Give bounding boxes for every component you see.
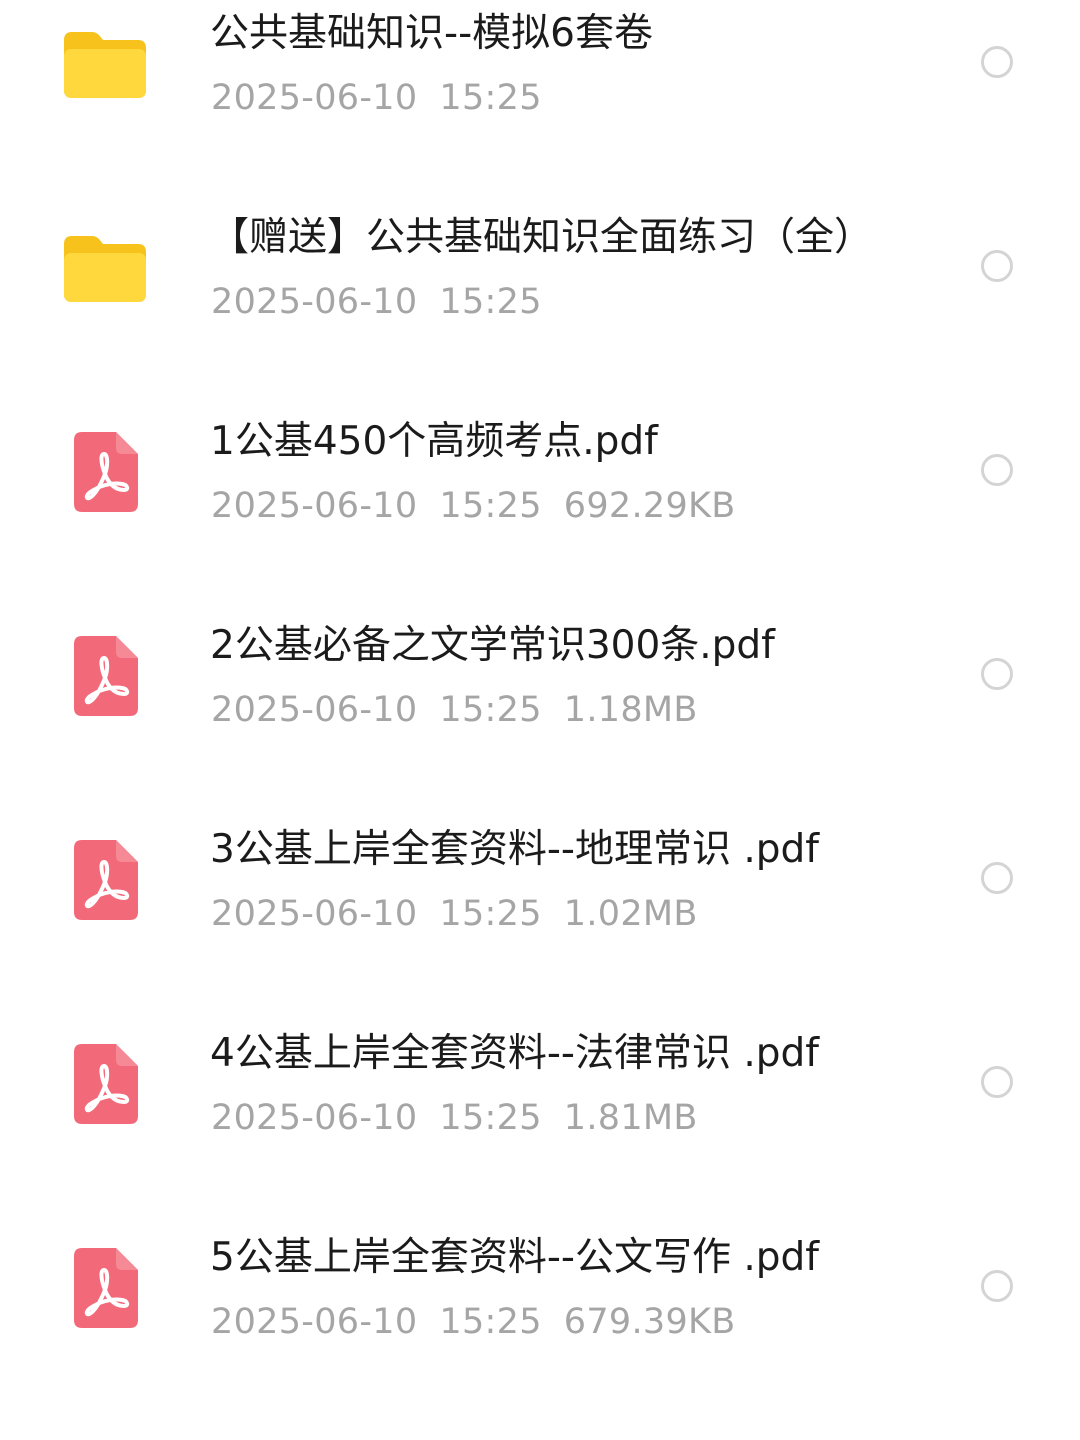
file-time: 15:25 bbox=[439, 1302, 542, 1342]
file-meta: 2025-06-10 15:25 692.29KB bbox=[211, 484, 736, 528]
file-date: 2025-06-10 bbox=[211, 1098, 418, 1138]
file-name: 【赠送】公共基础知识全面练习（全） bbox=[210, 215, 874, 260]
file-size: 692.29KB bbox=[563, 486, 736, 526]
select-radio-button[interactable] bbox=[981, 250, 1013, 282]
file-name: 3公基上岸全套资料--地理常识 .pdf bbox=[210, 827, 819, 872]
pdf-icon bbox=[58, 424, 152, 518]
file-time: 15:25 bbox=[439, 690, 542, 730]
file-name: 1公基450个高频考点.pdf bbox=[210, 419, 658, 464]
file-time: 15:25 bbox=[439, 486, 542, 526]
file-name: 4公基上岸全套资料--法律常识 .pdf bbox=[210, 1031, 819, 1076]
file-row[interactable]: 公共基础知识--模拟6套卷 2025-06-10 15:25 bbox=[0, 0, 1080, 162]
file-size: 1.18MB bbox=[563, 690, 698, 730]
file-date: 2025-06-10 bbox=[211, 1302, 418, 1342]
file-meta: 2025-06-10 15:25 1.18MB bbox=[211, 688, 698, 732]
pdf-icon bbox=[58, 1036, 152, 1130]
pdf-icon bbox=[58, 1240, 152, 1334]
file-list: 公共基础知识--模拟6套卷 2025-06-10 15:25 【赠送】公共基础知识… bbox=[0, 0, 1080, 1440]
file-time: 15:25 bbox=[439, 282, 542, 322]
file-time: 15:25 bbox=[439, 1098, 542, 1138]
file-date: 2025-06-10 bbox=[211, 690, 418, 730]
file-size: 1.81MB bbox=[563, 1098, 698, 1138]
file-meta: 2025-06-10 15:25 bbox=[211, 280, 542, 324]
pdf-icon bbox=[58, 832, 152, 926]
file-row[interactable]: 3公基上岸全套资料--地理常识 .pdf 2025-06-10 15:25 1.02… bbox=[0, 774, 1080, 978]
file-name: 5公基上岸全套资料--公文写作 .pdf bbox=[210, 1235, 819, 1280]
select-radio-button[interactable] bbox=[981, 1066, 1013, 1098]
select-radio-button[interactable] bbox=[981, 862, 1013, 894]
file-date: 2025-06-10 bbox=[211, 486, 418, 526]
select-radio-button[interactable] bbox=[981, 1270, 1013, 1302]
file-meta: 2025-06-10 15:25 1.02MB bbox=[211, 892, 698, 936]
file-row[interactable]: 5公基上岸全套资料--公文写作 .pdf 2025-06-10 15:25 679.… bbox=[0, 1182, 1080, 1386]
file-row[interactable]: 4公基上岸全套资料--法律常识 .pdf 2025-06-10 15:25 1.81… bbox=[0, 978, 1080, 1182]
folder-icon bbox=[58, 16, 152, 110]
file-row[interactable]: 2公基必备之文学常识300条.pdf 2025-06-10 15:25 1.18MB bbox=[0, 570, 1080, 774]
file-time: 15:25 bbox=[439, 78, 542, 118]
file-date: 2025-06-10 bbox=[211, 78, 418, 118]
file-meta: 2025-06-10 15:25 bbox=[211, 76, 542, 120]
select-radio-button[interactable] bbox=[981, 46, 1013, 78]
file-size: 679.39KB bbox=[563, 1302, 736, 1342]
pdf-icon bbox=[58, 628, 152, 722]
file-name: 公共基础知识--模拟6套卷 bbox=[210, 11, 653, 56]
select-radio-button[interactable] bbox=[981, 454, 1013, 486]
file-row[interactable]: 【赠送】公共基础知识全面练习（全） 2025-06-10 15:25 bbox=[0, 162, 1080, 366]
file-date: 2025-06-10 bbox=[211, 894, 418, 934]
file-time: 15:25 bbox=[439, 894, 542, 934]
select-radio-button[interactable] bbox=[981, 658, 1013, 690]
folder-icon bbox=[58, 220, 152, 314]
file-meta: 2025-06-10 15:25 1.81MB bbox=[211, 1096, 698, 1140]
file-row[interactable]: 1公基450个高频考点.pdf 2025-06-10 15:25 692.29KB bbox=[0, 366, 1080, 570]
file-name: 2公基必备之文学常识300条.pdf bbox=[210, 623, 775, 668]
file-size: 1.02MB bbox=[563, 894, 698, 934]
file-meta: 2025-06-10 15:25 679.39KB bbox=[211, 1300, 736, 1344]
file-date: 2025-06-10 bbox=[211, 282, 418, 322]
